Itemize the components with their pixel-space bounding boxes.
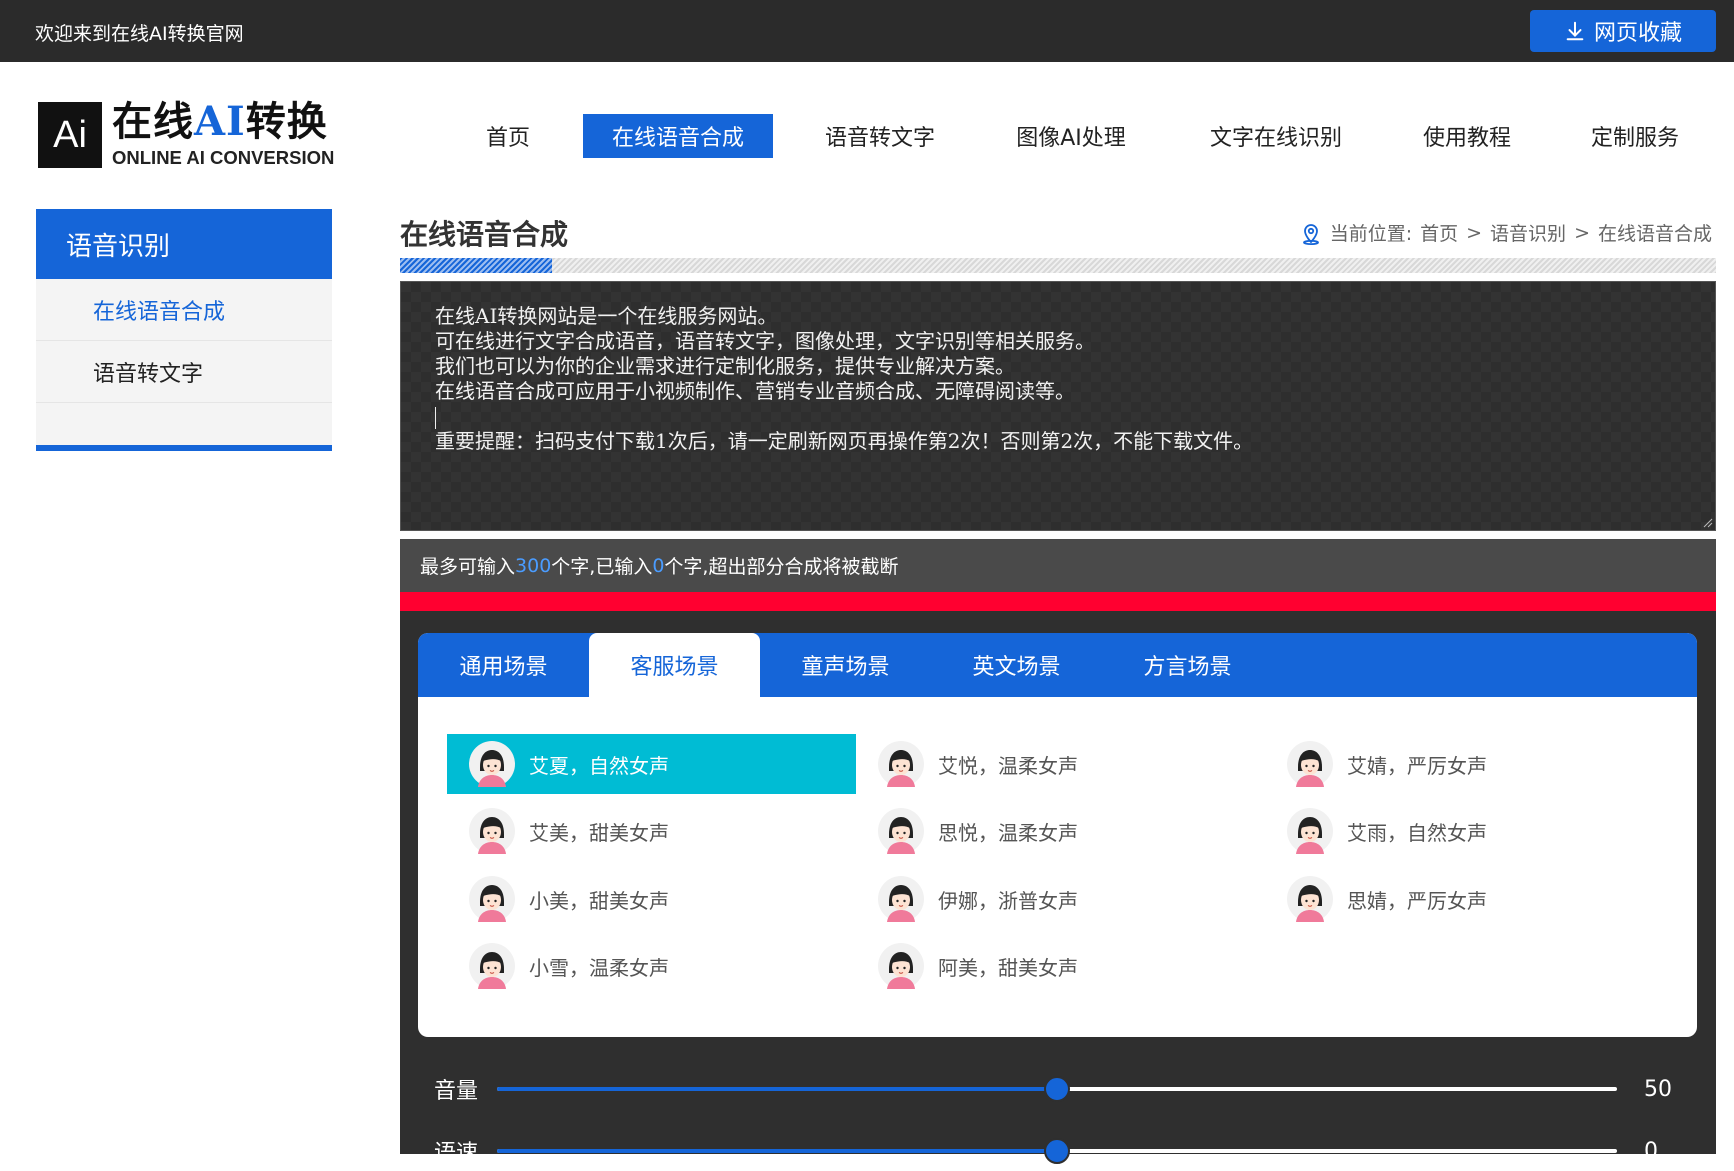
female-avatar-icon [878,808,924,854]
breadcrumb-separator: > [1574,221,1590,244]
female-avatar-icon [469,943,515,989]
voice-option[interactable]: 艾婧，严厉女声 [1265,734,1674,794]
voice-option[interactable]: 艾悦，温柔女声 [856,734,1265,794]
voice-option[interactable]: 小美，甜美女声 [447,869,856,929]
female-avatar-icon [878,943,924,989]
speed-slider[interactable] [497,1138,1617,1164]
editor-caret-line [435,404,1681,429]
nav-tts[interactable]: 在线语音合成 [583,114,773,158]
scene-tabs: 通用场景 客服场景 童声场景 英文场景 方言场景 [418,633,1697,697]
tab-customer-service[interactable]: 客服场景 [589,633,760,697]
logo-en-title: ONLINE AI CONVERSION [112,147,335,168]
editor-line: 可在线进行文字合成语音，语音转文字，图像处理，文字识别等相关服务。 [435,329,1095,353]
logo-mark: Ai [38,102,102,168]
voice-label: 艾雨，自然女声 [1347,820,1487,845]
resize-handle-icon[interactable] [1701,516,1713,528]
welcome-text: 欢迎来到在线AI转换官网 [35,23,244,45]
char-counter: 最多可输入 300 个字,已输入 0 个字,超出部分合成将被截断 [400,539,1716,592]
voice-option[interactable]: 思婧，严厉女声 [1265,869,1674,929]
site-logo[interactable]: Ai 在线AI转换 ONLINE AI CONVERSION [38,100,334,170]
speed-control: 语速 0 [434,1131,1674,1171]
female-avatar-icon [1287,741,1333,787]
female-avatar-icon [469,808,515,854]
voice-label: 阿美，甜美女声 [938,955,1078,980]
sidebar-title: 语音识别 [36,209,332,279]
breadcrumb-prefix: 当前位置: [1329,223,1413,245]
voice-label: 艾悦，温柔女声 [938,753,1078,778]
editor-line: 在线语音合成可应用于小视频制作、营销专业音频合成、无障碍阅读等。 [435,379,1075,403]
voice-option[interactable]: 伊娜，浙普女声 [856,869,1265,929]
sidebar-item-speech-to-text[interactable]: 语音转文字 [36,341,332,403]
voice-option[interactable]: 艾雨，自然女声 [1265,801,1674,861]
sidebar: 语音识别 在线语音合成 语音转文字 [36,209,332,451]
speed-fill [497,1149,1057,1153]
voice-option[interactable]: 艾夏，自然女声 [447,734,856,794]
tab-children[interactable]: 童声场景 [760,633,931,697]
alert-bar [400,592,1716,611]
tab-general[interactable]: 通用场景 [418,633,589,697]
sidebar-item-tts[interactable]: 在线语音合成 [36,279,332,341]
voice-option[interactable]: 阿美，甜美女声 [856,936,1265,996]
favorite-button[interactable]: 网页收藏 [1530,10,1716,52]
volume-label: 音量 [434,1079,479,1104]
current-char-count: 0 [652,554,665,577]
breadcrumb: 当前位置: 首页 > 语音识别 > 在线语音合成 [1300,219,1712,246]
editor-line: 重要提醒：扫码支付下载1次后，请一定刷新网页再操作第2次！否则第2次，不能下载文… [435,429,1254,453]
sidebar-spacer [36,403,332,445]
logo-cn-title: 在线AI转换 [112,98,328,145]
tab-english[interactable]: 英文场景 [931,633,1102,697]
volume-value: 50 [1644,1076,1672,1102]
voice-label: 小雪，温柔女声 [529,955,669,980]
editor-line: 在线AI转换网站是一个在线服务网站。 [435,304,778,328]
breadcrumb-home[interactable]: 首页 [1420,219,1458,246]
speed-label: 语速 [434,1141,479,1166]
nav-ocr[interactable]: 文字在线识别 [1196,114,1356,158]
breadcrumb-separator: > [1466,221,1483,244]
speed-value: 0 [1644,1138,1658,1164]
text-caret [435,406,436,429]
max-char-count: 300 [515,554,552,577]
volume-control: 音量 50 [434,1069,1674,1109]
female-avatar-icon [1287,876,1333,922]
speed-thumb[interactable] [1044,1138,1070,1164]
female-avatar-icon [469,741,515,787]
nav-image-ai[interactable]: 图像AI处理 [998,114,1144,158]
page-title: 在线语音合成 [400,218,569,251]
voice-label: 伊娜，浙普女声 [938,888,1078,913]
female-avatar-icon [878,876,924,922]
voice-option[interactable]: 思悦，温柔女声 [856,801,1265,861]
voice-label: 思悦，温柔女声 [938,820,1078,845]
female-avatar-icon [1287,808,1333,854]
voice-panel: 通用场景 客服场景 童声场景 英文场景 方言场景 艾夏，自然女声 艾悦，温柔女声艾… [418,633,1697,1037]
voice-option[interactable]: 小雪，温柔女声 [447,936,856,996]
text-input-area[interactable]: 在线AI转换网站是一个在线服务网站。 可在线进行文字合成语音，语音转文字，图像处… [400,281,1716,531]
nav-custom-service[interactable]: 定制服务 [1578,114,1692,158]
voice-label: 思婧，严厉女声 [1347,888,1487,913]
title-underline [400,258,1716,273]
nav-tutorial[interactable]: 使用教程 [1410,114,1524,158]
tab-dialect[interactable]: 方言场景 [1102,633,1273,697]
nav-speech-to-text[interactable]: 语音转文字 [805,114,955,158]
female-avatar-icon [878,741,924,787]
voice-label: 艾美，甜美女声 [529,820,669,845]
female-avatar-icon [469,876,515,922]
volume-slider[interactable] [497,1076,1617,1102]
nav-home[interactable]: 首页 [462,114,554,158]
location-pin-icon [1302,223,1319,245]
favorite-label: 网页收藏 [1593,21,1682,46]
download-icon [1566,21,1584,41]
voice-label: 艾婧，严厉女声 [1347,753,1487,778]
breadcrumb-speech-recognition[interactable]: 语音识别 [1490,219,1566,246]
editor-line: 我们也可以为你的企业需求进行定制化服务，提供专业解决方案。 [435,354,1015,378]
voice-label: 艾夏，自然女声 [529,753,669,778]
voice-label: 小美，甜美女声 [529,888,669,913]
volume-thumb[interactable] [1044,1076,1070,1102]
sidebar-footer-bar [36,445,332,451]
top-bar: 欢迎来到在线AI转换官网 网页收藏 [0,0,1734,62]
voice-option[interactable]: 艾美，甜美女声 [447,801,856,861]
volume-fill [497,1087,1057,1091]
breadcrumb-current[interactable]: 在线语音合成 [1598,219,1712,246]
